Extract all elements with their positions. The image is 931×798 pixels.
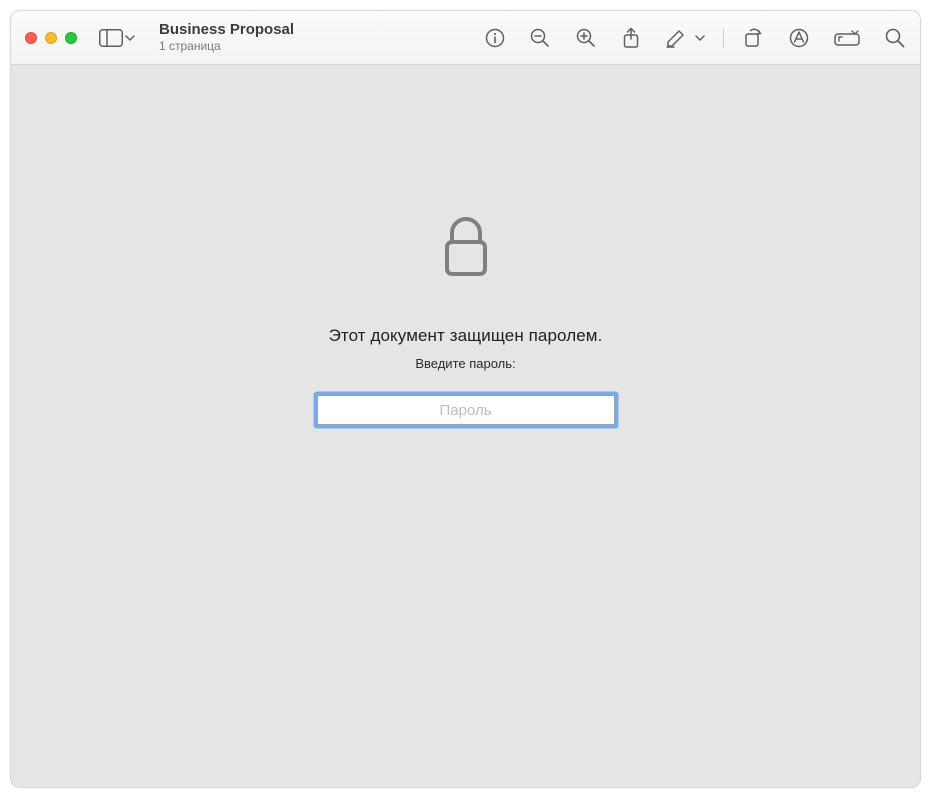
chevron-down-icon	[695, 33, 705, 43]
sidebar-toggle-button[interactable]	[99, 29, 135, 47]
highlight-icon	[665, 28, 687, 48]
content-area: Этот документ защищен паролем. Введите п…	[11, 65, 920, 787]
toolbar-separator	[723, 28, 724, 48]
rotate-icon	[742, 27, 764, 49]
toolbar: Business Proposal 1 страница	[11, 11, 920, 65]
toolbar-icons	[485, 27, 906, 49]
form-icon	[834, 29, 860, 47]
password-input[interactable]	[317, 395, 615, 425]
zoom-in-button[interactable]	[575, 27, 597, 49]
title-block: Business Proposal 1 страница	[159, 21, 294, 53]
password-prompt-label: Введите пароль:	[415, 356, 515, 371]
highlight-menu-button[interactable]	[695, 33, 705, 43]
info-button[interactable]	[485, 28, 505, 48]
share-button[interactable]	[621, 27, 641, 49]
markup-icon	[788, 27, 810, 49]
preview-window: Business Proposal 1 страница	[10, 10, 921, 788]
chevron-down-icon	[125, 33, 135, 43]
document-subtitle: 1 страница	[159, 40, 294, 54]
info-icon	[485, 28, 505, 48]
password-message: Этот документ защищен паролем.	[329, 326, 603, 346]
markup-button[interactable]	[788, 27, 810, 49]
rotate-button[interactable]	[742, 27, 764, 49]
window-controls	[25, 32, 77, 44]
zoom-out-icon	[529, 27, 551, 49]
search-icon	[884, 27, 906, 49]
share-icon	[621, 27, 641, 49]
zoom-in-icon	[575, 27, 597, 49]
document-title: Business Proposal	[159, 21, 294, 38]
zoom-out-button[interactable]	[529, 27, 551, 49]
sidebar-toggle-icon	[99, 29, 123, 47]
minimize-window-button[interactable]	[45, 32, 57, 44]
lock-icon	[441, 215, 491, 284]
close-window-button[interactable]	[25, 32, 37, 44]
fullscreen-window-button[interactable]	[65, 32, 77, 44]
search-button[interactable]	[884, 27, 906, 49]
form-button[interactable]	[834, 29, 860, 47]
highlight-button[interactable]	[665, 28, 687, 48]
